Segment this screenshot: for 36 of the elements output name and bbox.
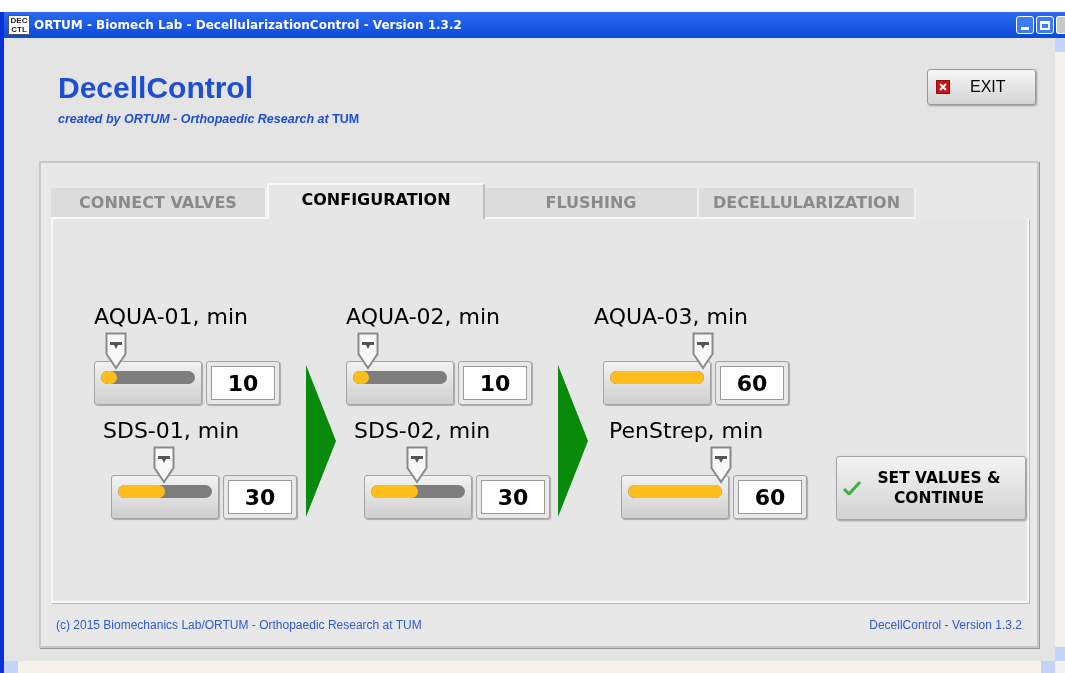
- value-field[interactable]: 10: [206, 361, 280, 405]
- slider-thumb[interactable]: [356, 332, 379, 370]
- maximize-button[interactable]: [1036, 16, 1054, 34]
- exit-button[interactable]: EXIT: [927, 69, 1036, 105]
- slider-thumb[interactable]: [710, 446, 732, 484]
- footer-copyright: (c) 2015 Biomechanics Lab/ORTUM - Orthopaedic Research at TUM: [56, 617, 422, 634]
- slider-label: AQUA-01, min: [94, 303, 250, 331]
- value-field[interactable]: 60: [733, 475, 807, 519]
- slider-thumb[interactable]: [692, 332, 714, 370]
- slider-label: AQUA-02, min: [346, 303, 502, 331]
- app-subtitle: created by ORTUM - Orthopaedic Research at TUM: [58, 111, 360, 128]
- check-icon: [843, 481, 861, 495]
- close-icon: [936, 80, 950, 94]
- slider-thumb[interactable]: [104, 332, 127, 370]
- icon-text: CTL: [11, 25, 27, 34]
- slider[interactable]: [603, 332, 715, 405]
- app-title: DecellControl: [58, 70, 255, 106]
- set-values-button[interactable]: SET VALUES & CONTINUE: [836, 456, 1026, 520]
- slider-label: PenStrep, min: [609, 417, 765, 445]
- slider[interactable]: [621, 446, 733, 519]
- value-field[interactable]: 10: [458, 361, 532, 405]
- window-title: ORTUM - Biomech Lab - DecellularizationControl - Version 1.3.2: [34, 17, 462, 34]
- slider-thumb[interactable]: [153, 446, 175, 484]
- arrow-icon: [558, 365, 588, 517]
- value-field[interactable]: 60: [715, 361, 789, 405]
- slider-thumb[interactable]: [406, 446, 428, 484]
- footer-version: DecellControl - Version 1.3.2: [869, 617, 1022, 634]
- arrow-icon: [306, 365, 336, 517]
- slider-label: SDS-01, min: [103, 417, 241, 445]
- slider-label: AQUA-03, min: [594, 303, 750, 331]
- value-field[interactable]: 30: [223, 475, 297, 519]
- tab[interactable]: CONFIGURATION: [267, 183, 485, 219]
- minimize-button[interactable]: [1016, 16, 1034, 34]
- value-field[interactable]: 30: [476, 475, 550, 519]
- icon-text: DEC: [10, 16, 28, 25]
- slider-label: SDS-02, min: [354, 417, 492, 445]
